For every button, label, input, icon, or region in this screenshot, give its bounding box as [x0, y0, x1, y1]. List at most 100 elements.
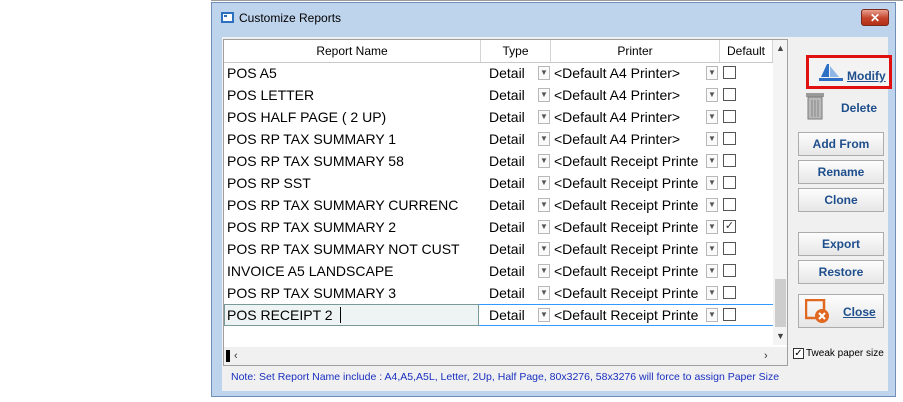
type-dropdown-icon[interactable]: ▼ — [538, 66, 550, 80]
title-bar[interactable]: Customize Reports ✕ — [212, 3, 895, 33]
vertical-scroll-thumb[interactable] — [775, 279, 786, 327]
report-name-cell[interactable]: INVOICE A5 LANDSCAPE — [227, 260, 481, 282]
type-dropdown-icon[interactable]: ▼ — [538, 264, 550, 278]
horizontal-scrollbar[interactable]: ‹ › — [224, 347, 787, 365]
type-cell[interactable]: Detail — [489, 106, 539, 128]
report-name-cell[interactable]: POS RP TAX SUMMARY 3 — [227, 282, 481, 304]
printer-cell[interactable]: <Default A4 Printer> — [554, 62, 707, 84]
table-row[interactable]: POS RP TAX SUMMARY 58 Detail ▼ <Default Rec… — [224, 150, 774, 172]
scroll-right-icon[interactable]: › — [764, 347, 768, 365]
default-checkbox[interactable]: ✓ — [723, 220, 736, 233]
printer-dropdown-icon[interactable]: ▼ — [706, 110, 718, 124]
report-name-cell[interactable]: POS RP TAX SUMMARY 1 — [227, 128, 481, 150]
column-header-printer[interactable]: Printer — [551, 40, 720, 62]
printer-cell[interactable]: <Default Receipt Printe — [554, 172, 707, 194]
default-checkbox[interactable] — [723, 264, 736, 277]
printer-cell[interactable]: <Default Receipt Printe — [554, 282, 707, 304]
scroll-up-icon[interactable]: ▲ — [773, 40, 787, 56]
tweak-paper-size-checkbox[interactable]: ✓ — [793, 348, 804, 359]
table-row[interactable]: POS LETTER Detail ▼ <Default A4 Printer> ▼ — [224, 84, 774, 106]
type-dropdown-icon[interactable]: ▼ — [538, 154, 550, 168]
scroll-left-icon[interactable]: ‹ — [234, 347, 238, 365]
type-dropdown-icon[interactable]: ▼ — [538, 88, 550, 102]
printer-cell[interactable]: <Default A4 Printer> — [554, 106, 707, 128]
report-name-cell[interactable]: POS RP TAX SUMMARY CURRENC — [227, 194, 481, 216]
table-row[interactable]: POS HALF PAGE ( 2 UP) Detail ▼ <Default A4 … — [224, 106, 774, 128]
printer-dropdown-icon[interactable]: ▼ — [706, 132, 718, 146]
printer-cell[interactable]: <Default Receipt Printe — [554, 216, 707, 238]
printer-cell[interactable]: <Default Receipt Printe — [554, 150, 707, 172]
table-row[interactable]: POS RP SST Detail ▼ <Default Receipt Printe… — [224, 172, 774, 194]
printer-dropdown-icon[interactable]: ▼ — [706, 66, 718, 80]
printer-dropdown-icon[interactable]: ▼ — [706, 286, 718, 300]
type-dropdown-icon[interactable]: ▼ — [538, 132, 550, 146]
window-close-button[interactable]: ✕ — [861, 9, 889, 26]
rename-button[interactable]: Rename — [798, 160, 884, 184]
type-dropdown-icon[interactable]: ▼ — [538, 220, 550, 234]
printer-cell[interactable]: <Default Receipt Printe — [554, 194, 707, 216]
default-checkbox[interactable] — [723, 88, 736, 101]
type-cell[interactable]: Detail — [489, 172, 539, 194]
table-row[interactable]: POS A5 Detail ▼ <Default A4 Printer> ▼ — [224, 62, 774, 84]
printer-dropdown-icon[interactable]: ▼ — [706, 308, 718, 322]
restore-button[interactable]: Restore — [798, 260, 884, 284]
type-cell[interactable]: Detail — [489, 282, 539, 304]
type-dropdown-icon[interactable]: ▼ — [538, 286, 550, 300]
type-cell[interactable]: Detail — [489, 216, 539, 238]
type-dropdown-icon[interactable]: ▼ — [538, 110, 550, 124]
report-name-cell[interactable]: POS RP SST — [227, 172, 481, 194]
printer-cell[interactable]: <Default Receipt Printe — [554, 238, 707, 260]
default-checkbox[interactable] — [723, 66, 736, 79]
printer-cell[interactable]: <Default Receipt Printe — [554, 260, 707, 282]
printer-dropdown-icon[interactable]: ▼ — [706, 264, 718, 278]
printer-cell[interactable]: <Default A4 Printer> — [554, 84, 707, 106]
horizontal-scroll-thumb[interactable] — [226, 350, 230, 362]
add-from-button[interactable]: Add From — [798, 132, 884, 156]
tweak-paper-size[interactable]: ✓ Tweak paper size — [793, 348, 884, 359]
printer-dropdown-icon[interactable]: ▼ — [706, 242, 718, 256]
printer-dropdown-icon[interactable]: ▼ — [706, 176, 718, 190]
type-dropdown-icon[interactable]: ▼ — [538, 198, 550, 212]
printer-cell[interactable]: <Default Receipt Printe — [554, 304, 707, 326]
default-checkbox[interactable] — [723, 242, 736, 255]
table-row[interactable]: POS RECEIPT 2 Detail ▼ <Default Receipt Pri… — [224, 304, 774, 326]
modify-button[interactable]: Modify — [806, 55, 892, 89]
table-row[interactable]: POS RP TAX SUMMARY 2 Detail ▼ <Default Rece… — [224, 216, 774, 238]
default-checkbox[interactable] — [723, 198, 736, 211]
type-cell[interactable]: Detail — [489, 62, 539, 84]
printer-cell[interactable]: <Default A4 Printer> — [554, 128, 707, 150]
delete-button[interactable]: Delete — [798, 91, 884, 121]
default-checkbox[interactable] — [723, 132, 736, 145]
clone-button[interactable]: Clone — [798, 188, 884, 212]
default-checkbox[interactable] — [723, 176, 736, 189]
printer-dropdown-icon[interactable]: ▼ — [706, 220, 718, 234]
type-cell[interactable]: Detail — [489, 260, 539, 282]
report-name-cell[interactable]: POS HALF PAGE ( 2 UP) — [227, 106, 481, 128]
table-row[interactable]: INVOICE A5 LANDSCAPE Detail ▼ <Default Rece… — [224, 260, 774, 282]
type-cell[interactable]: Detail — [489, 84, 539, 106]
report-name-cell[interactable]: POS RECEIPT 2 — [227, 304, 481, 326]
default-checkbox[interactable] — [723, 154, 736, 167]
type-cell[interactable]: Detail — [489, 194, 539, 216]
printer-dropdown-icon[interactable]: ▼ — [706, 198, 718, 212]
default-checkbox[interactable] — [723, 308, 736, 321]
column-header-report-name[interactable]: Report Name — [224, 40, 481, 62]
report-name-cell[interactable]: POS A5 — [227, 62, 481, 84]
type-dropdown-icon[interactable]: ▼ — [538, 242, 550, 256]
type-dropdown-icon[interactable]: ▼ — [538, 308, 550, 322]
default-checkbox[interactable] — [723, 286, 736, 299]
column-header-default[interactable]: Default — [720, 40, 773, 62]
report-name-cell[interactable]: POS RP TAX SUMMARY 58 — [227, 150, 481, 172]
default-checkbox[interactable] — [723, 110, 736, 123]
printer-dropdown-icon[interactable]: ▼ — [706, 154, 718, 168]
export-button[interactable]: Export — [798, 232, 884, 256]
report-name-cell[interactable]: POS RP TAX SUMMARY NOT CUST — [227, 238, 481, 260]
table-row[interactable]: POS RP TAX SUMMARY 3 Detail ▼ <Default Rece… — [224, 282, 774, 304]
scroll-down-icon[interactable]: ▼ — [773, 328, 787, 344]
table-row[interactable]: POS RP TAX SUMMARY NOT CUST Detail ▼ <Defau… — [224, 238, 774, 260]
column-header-type[interactable]: Type — [481, 40, 551, 62]
type-cell[interactable]: Detail — [489, 238, 539, 260]
report-name-cell[interactable]: POS RP TAX SUMMARY 2 — [227, 216, 481, 238]
close-button[interactable]: Close — [798, 294, 884, 328]
table-row[interactable]: POS RP TAX SUMMARY 1 Detail ▼ <Default A4 P… — [224, 128, 774, 150]
